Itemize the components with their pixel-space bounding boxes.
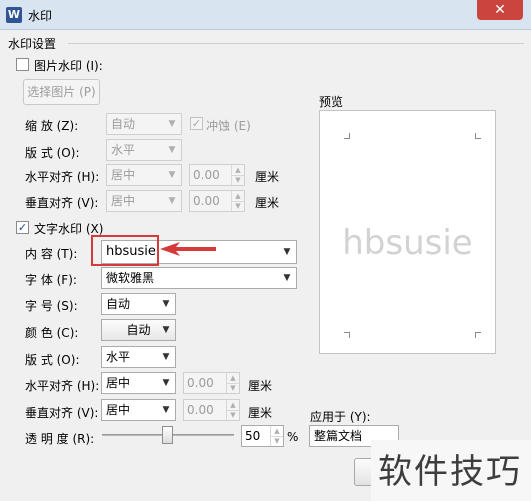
group-divider [68,43,524,44]
picture-h-align-select[interactable]: 居中 ▼ [106,164,182,186]
picture-v-align-value: 居中 [111,194,136,208]
select-picture-button[interactable]: 选择图片 (P) [23,79,100,105]
picture-v-unit: 厘米 [255,196,280,210]
chevron-down-icon: ▼ [162,378,170,388]
size-select[interactable]: 自动 ▼ [101,293,176,315]
text-watermark-checkbox[interactable]: ✓ [16,221,29,234]
margin-corner-mark [475,332,481,338]
picture-v-offset-spinner[interactable]: 0.00 ▲ ▼ [189,190,245,212]
spin-down-icon[interactable]: ▼ [231,201,244,211]
apply-to-value: 整篇文档 [314,429,363,443]
washout-checkbox[interactable]: ✓ [190,117,203,130]
title-bar [0,0,531,30]
picture-h-align-value: 居中 [111,168,136,182]
text-h-align-value: 居中 [106,376,131,390]
close-button[interactable]: ✕ [477,0,523,20]
chevron-down-icon: ▼ [168,196,176,206]
color-value: 自动 [126,323,151,337]
font-value: 微软雅黑 [106,271,155,285]
content-label: 内 容 (T): [25,247,78,261]
text-v-unit: 厘米 [248,406,273,420]
margin-corner-mark [344,332,350,338]
margin-corner-mark [344,133,350,139]
color-picker[interactable]: 自动 ▼ [101,319,176,341]
chevron-down-icon: ▼ [168,145,176,155]
picture-h-offset-spinner[interactable]: 0.00 ▲ ▼ [189,164,245,186]
size-value: 自动 [106,297,131,311]
apply-to-label: 应用于 (Y): [310,410,371,424]
chevron-down-icon: ▼ [283,273,291,283]
text-h-offset-spinner[interactable]: 0.00 ▲ ▼ [183,372,240,394]
washout-label: 冲蚀 (E) [206,119,251,133]
picture-v-align-label: 垂直对齐 (V): [25,196,99,210]
window-title: 水印 [28,9,53,23]
chevron-down-icon: ▼ [162,352,170,362]
font-select[interactable]: 微软雅黑 ▼ [101,267,297,289]
transparency-value: 50 [245,429,261,443]
chevron-down-icon: ▼ [162,299,170,309]
group-label: 水印设置 [8,37,57,51]
red-arrow-icon [160,242,216,256]
text-v-align-value: 居中 [106,403,131,417]
size-label: 字 号 (S): [25,299,78,313]
picture-v-align-select[interactable]: 居中 ▼ [106,190,182,212]
preview-label: 预览 [319,95,344,109]
spin-down-icon[interactable]: ▼ [270,436,283,446]
picture-layout-select[interactable]: 水平 ▼ [106,139,182,161]
text-h-align-select[interactable]: 居中 ▼ [101,372,176,394]
transparency-label: 透 明 度 (R): [25,432,95,446]
text-h-offset-value: 0.00 [187,376,214,390]
text-v-offset-value: 0.00 [187,403,214,417]
transparency-unit: % [287,430,299,444]
transparency-spinner[interactable]: 50 ▲ ▼ [241,425,284,447]
text-h-align-label: 水平对齐 (H): [25,379,100,393]
spin-down-icon[interactable]: ▼ [231,175,244,185]
site-watermark-text: 软件技巧 [378,452,522,492]
picture-layout-label: 版 式 (O): [25,146,80,160]
text-layout-select[interactable]: 水平 ▼ [101,346,176,368]
picture-watermark-checkbox[interactable] [16,58,29,71]
chevron-down-icon: ▼ [168,170,176,180]
preview-watermark-text: hbsusie [342,223,473,263]
spin-down-icon[interactable]: ▼ [226,383,239,393]
text-layout-value: 水平 [106,350,131,364]
spin-down-icon[interactable]: ▼ [226,410,239,420]
picture-h-align-label: 水平对齐 (H): [25,170,100,184]
chevron-down-icon: ▼ [168,119,176,129]
picture-h-unit: 厘米 [255,170,280,184]
scale-select[interactable]: 自动 ▼ [106,113,182,135]
chevron-down-icon: ▼ [162,405,170,415]
text-v-align-select[interactable]: 居中 ▼ [101,399,176,421]
scale-value: 自动 [111,117,136,131]
text-layout-label: 版 式 (O): [25,353,80,367]
text-v-offset-spinner[interactable]: 0.00 ▲ ▼ [183,399,240,421]
scale-label: 缩 放 (Z): [25,119,79,133]
margin-corner-mark [475,133,481,139]
chevron-down-icon: ▼ [162,325,170,335]
text-v-align-label: 垂直对齐 (V): [25,406,99,420]
color-label: 颜 色 (C): [25,326,79,340]
chevron-down-icon: ▼ [283,247,291,257]
font-label: 字 体 (F): [25,273,77,287]
transparency-slider-thumb[interactable] [162,426,173,444]
picture-layout-value: 水平 [111,143,136,157]
picture-watermark-label: 图片水印 (I): [34,59,103,73]
text-h-unit: 厘米 [248,379,273,393]
wps-app-icon: W [6,7,22,23]
picture-v-offset-value: 0.00 [193,194,220,208]
highlight-box [91,235,159,266]
picture-h-offset-value: 0.00 [193,168,220,182]
